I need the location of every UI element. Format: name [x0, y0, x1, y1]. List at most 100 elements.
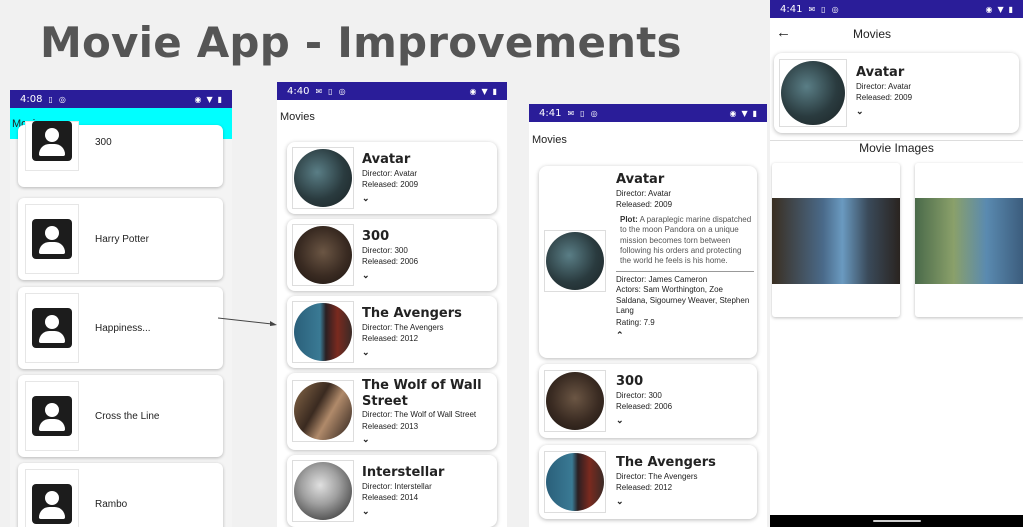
chevron-down-icon[interactable]: ⌄: [362, 193, 418, 204]
movie-title: Avatar: [616, 172, 665, 187]
images-heading: Movie Images: [859, 141, 934, 155]
poster-image: [294, 462, 352, 520]
list-item-title: 300: [95, 136, 112, 148]
poster-image: [294, 303, 352, 361]
eye-icon: ◉: [469, 86, 477, 96]
list-item[interactable]: 300: [18, 121, 223, 187]
thumbnail: [25, 469, 79, 527]
eye-icon: ◉: [985, 4, 993, 14]
movie-title: The Avengers: [616, 455, 716, 470]
movie-card[interactable]: 300 Director: 300 Released: 2006 ⌄: [287, 219, 497, 291]
movie-title: Avatar: [856, 65, 905, 80]
poster-image: [294, 382, 352, 440]
chevron-down-icon[interactable]: ⌄: [362, 434, 492, 445]
poster-image: [546, 453, 604, 511]
movie-image: [772, 198, 900, 284]
chevron-up-icon[interactable]: ⌃: [616, 330, 754, 341]
movie-card[interactable]: Avatar Director: Avatar Released: 2009 ⌄: [774, 53, 1019, 133]
movie-released: Released: 2009: [856, 93, 913, 103]
movie-card[interactable]: The Avengers Director: The Avengers Rele…: [287, 296, 497, 368]
movie-director-full: Director: James Cameron: [616, 274, 708, 284]
movie-poster: [544, 230, 606, 292]
battery-icon: ▮: [492, 86, 497, 96]
movie-released: Released: 2013: [362, 421, 419, 431]
arrow-left-icon[interactable]: ←: [776, 24, 791, 41]
phone-new-list: 4:40 ✉ ▯ ◎ ◉ ▼ ▮ Movies Avatar Director: Avat…: [277, 82, 507, 527]
chevron-down-icon[interactable]: ⌄: [616, 415, 672, 426]
poster-image: [546, 232, 604, 290]
movie-poster: [292, 301, 354, 363]
movie-released: Released: 2014: [362, 493, 419, 503]
sim-icon: ▯: [48, 94, 53, 104]
movie-image-card[interactable]: [915, 163, 1023, 317]
chevron-down-icon[interactable]: ⌄: [362, 347, 462, 358]
list-item-title: Happiness...: [95, 322, 151, 334]
list-item-title: Harry Potter: [95, 233, 149, 245]
poster-image: [781, 61, 845, 125]
navigation-bar: [770, 515, 1023, 527]
list-item[interactable]: Harry Potter: [18, 198, 223, 280]
arrow-connector: [218, 317, 277, 326]
movie-released: Released: 2009: [616, 200, 673, 210]
movie-card[interactable]: The Avengers Director: The Avengers Rele…: [539, 445, 757, 519]
battery-icon: ▮: [752, 108, 757, 118]
status-bar: 4:40 ✉ ▯ ◎ ◉ ▼ ▮: [277, 82, 507, 100]
movie-card-expanded[interactable]: Avatar Director: Avatar Released: 2009 P…: [539, 166, 757, 358]
person-placeholder-icon: [32, 396, 72, 436]
home-indicator[interactable]: [873, 520, 921, 522]
sync-icon: ◎: [58, 94, 66, 104]
movie-poster: [292, 380, 354, 442]
list-item[interactable]: Happiness...: [18, 287, 223, 369]
app-toolbar: ← Movies: [770, 18, 1023, 51]
movie-poster: [292, 147, 354, 209]
phone-expanded-list: 4:41 ✉ ▯ ◎ ◉ ▼ ▮ Movies Avatar Director: Avat…: [529, 104, 767, 527]
mail-icon: ✉: [808, 4, 816, 14]
movie-director: Director: Avatar: [856, 81, 911, 91]
movie-title: Avatar: [362, 152, 411, 167]
poster-image: [294, 149, 352, 207]
movie-director: Director: The Wolf of Wall Street: [362, 410, 477, 420]
sim-icon: ▯: [328, 86, 333, 96]
sync-icon: ◎: [338, 86, 346, 96]
movie-card[interactable]: 300 Director: 300 Released: 2006 ⌄: [539, 364, 757, 438]
list-item-title: Cross the Line: [95, 410, 160, 422]
chevron-down-icon[interactable]: ⌄: [616, 496, 716, 507]
list-item[interactable]: Rambo: [18, 463, 223, 527]
movie-title: The Avengers: [362, 306, 462, 321]
eye-icon: ◉: [194, 94, 202, 104]
phone-detail: 4:41 ✉ ▯ ◎ ◉ ▼ ▮ ← Movies Avatar Director: Av…: [770, 0, 1023, 527]
movie-card[interactable]: The Wolf of Wall Street Director: The Wo…: [287, 373, 497, 450]
movie-director: Director: Interstellar: [362, 481, 432, 491]
chevron-down-icon[interactable]: ⌄: [362, 506, 444, 517]
status-time: 4:41: [539, 107, 562, 119]
movie-director: Director: The Avengers: [616, 471, 698, 481]
poster-image: [294, 226, 352, 284]
movie-poster: [292, 224, 354, 286]
chevron-down-icon[interactable]: ⌄: [856, 106, 912, 117]
movie-released: Released: 2009: [362, 180, 419, 190]
thumbnail: [25, 293, 79, 363]
status-bar: 4:41 ✉ ▯ ◎ ◉ ▼ ▮: [770, 0, 1023, 18]
movie-card[interactable]: Avatar Director: Avatar Released: 2009 ⌄: [287, 142, 497, 214]
list-item[interactable]: Cross the Line: [18, 375, 223, 457]
movie-released: Released: 2012: [362, 334, 419, 344]
movie-title: 300: [362, 229, 390, 244]
app-title: Movies: [532, 134, 567, 146]
mail-icon: ✉: [315, 86, 323, 96]
sim-icon: ▯: [580, 108, 585, 118]
movie-title: Interstellar: [362, 465, 445, 480]
status-bar: 4:41 ✉ ▯ ◎ ◉ ▼ ▮: [529, 104, 767, 122]
list-item-title: Rambo: [95, 498, 128, 510]
chevron-down-icon[interactable]: ⌄: [362, 270, 418, 281]
eye-icon: ◉: [729, 108, 737, 118]
sim-icon: ▯: [821, 4, 826, 14]
plot-label: Plot:: [620, 214, 638, 224]
thumbnail: [25, 121, 79, 171]
movie-released: Released: 2012: [616, 483, 673, 493]
status-time: 4:41: [780, 3, 803, 15]
movie-image-card[interactable]: [772, 163, 900, 317]
movie-card[interactable]: Interstellar Director: Interstellar Rele…: [287, 455, 497, 527]
phone-old-list: 4:08▯◎ ◉▼▮ Movies 300 Harry Potter Happi…: [10, 90, 232, 527]
poster-image: [546, 372, 604, 430]
slide-title: Movie App - Improvements: [40, 18, 682, 67]
